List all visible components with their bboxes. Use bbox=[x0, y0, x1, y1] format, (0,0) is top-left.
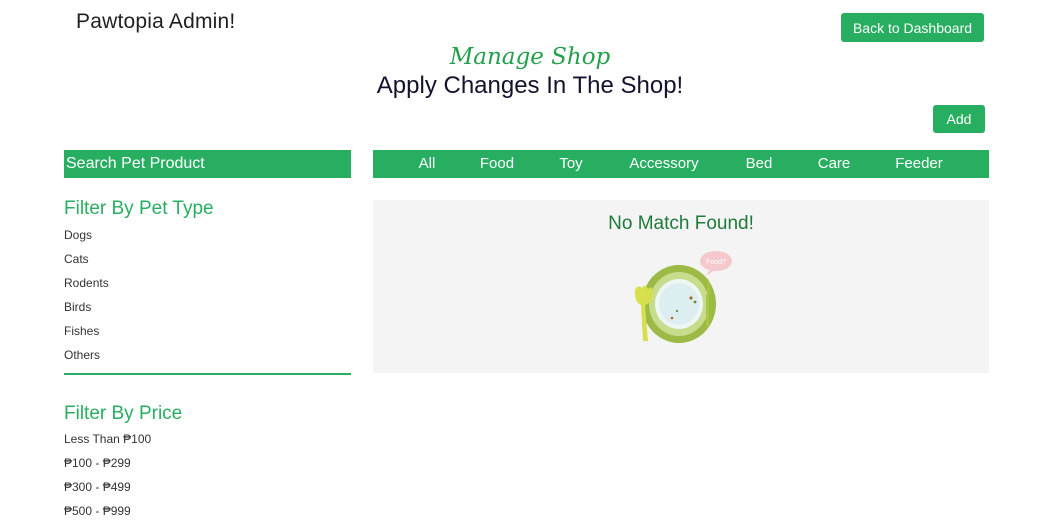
pet-type-item-rodents[interactable]: Rodents bbox=[64, 276, 109, 300]
tab-feeder[interactable]: Feeder bbox=[895, 150, 943, 178]
filter-price-heading: Filter By Price bbox=[64, 403, 183, 424]
tab-toy[interactable]: Toy bbox=[559, 150, 582, 178]
tab-all[interactable]: All bbox=[419, 150, 436, 178]
no-match-message: No Match Found! bbox=[608, 213, 754, 234]
category-tabs: All Food Toy Accessory Bed Care Feeder bbox=[373, 150, 989, 178]
pet-type-item-cats[interactable]: Cats bbox=[64, 252, 109, 276]
back-to-dashboard-button[interactable]: Back to Dashboard bbox=[841, 13, 984, 42]
add-product-button[interactable]: Add bbox=[933, 105, 985, 133]
pet-type-item-dogs[interactable]: Dogs bbox=[64, 228, 109, 252]
price-item-100-299[interactable]: ₱100 - ₱299 bbox=[64, 456, 151, 480]
tab-care[interactable]: Care bbox=[818, 150, 851, 178]
pet-type-item-birds[interactable]: Birds bbox=[64, 300, 109, 324]
pet-type-list: Dogs Cats Rodents Birds Fishes Others bbox=[64, 228, 109, 372]
tab-accessory[interactable]: Accessory bbox=[629, 150, 698, 178]
price-item-500-999[interactable]: ₱500 - ₱999 bbox=[64, 504, 151, 528]
filter-pet-type-heading: Filter By Pet Type bbox=[64, 198, 214, 219]
filter-divider bbox=[64, 373, 351, 375]
page-subtitle: Manage Shop bbox=[449, 44, 611, 70]
results-panel: No Match Found! Food? bbox=[373, 200, 989, 373]
pet-type-item-fishes[interactable]: Fishes bbox=[64, 324, 109, 348]
tab-bed[interactable]: Bed bbox=[746, 150, 773, 178]
price-item-300-499[interactable]: ₱300 - ₱499 bbox=[64, 480, 151, 504]
price-list: Less Than ₱100 ₱100 - ₱299 ₱300 - ₱499 ₱… bbox=[64, 432, 151, 528]
page-title: Apply Changes In The Shop! bbox=[376, 72, 684, 99]
empty-plate-icon: Food? bbox=[634, 251, 732, 343]
brand-title: Pawtopia Admin! bbox=[76, 10, 236, 33]
pet-type-item-others[interactable]: Others bbox=[64, 348, 109, 372]
price-item-under-100[interactable]: Less Than ₱100 bbox=[64, 432, 151, 456]
tab-food[interactable]: Food bbox=[480, 150, 514, 178]
search-input[interactable] bbox=[64, 150, 351, 178]
bubble-label: Food? bbox=[706, 259, 726, 266]
